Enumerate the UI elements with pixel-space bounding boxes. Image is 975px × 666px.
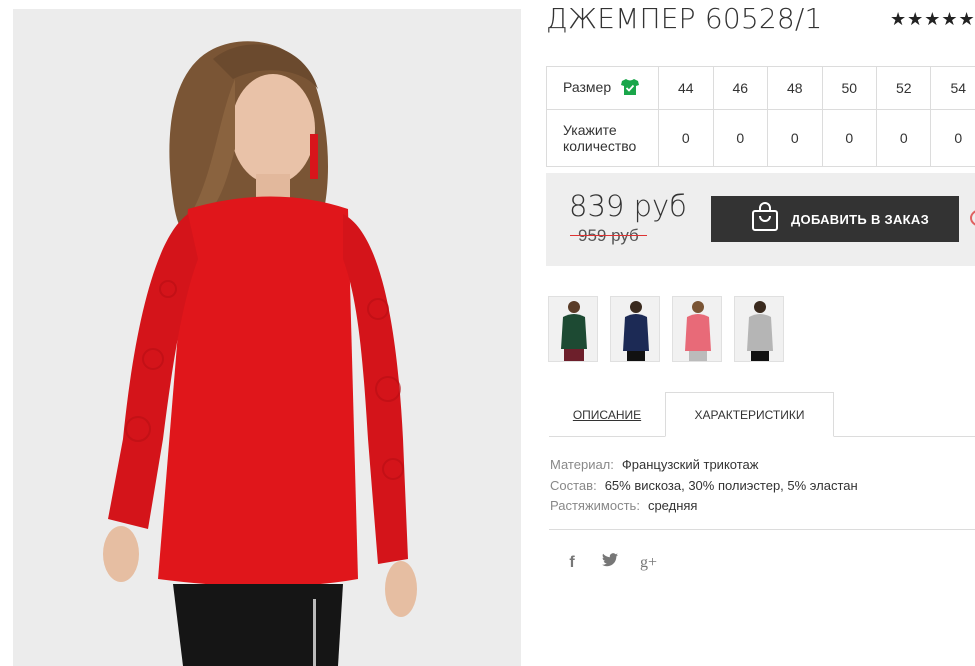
quantity-input-50[interactable]: 0 [821,109,878,167]
info-tabs: ОПИСАНИЕ ХАРАКТЕРИСТИКИ [549,392,975,437]
quantity-label-cell: Укажите количество [545,109,660,167]
tab-description[interactable]: ОПИСАНИЕ [549,392,665,437]
spec-row-stretch: Растяжимость: средняя [550,496,858,517]
spec-value: 65% вискоза, 30% полиэстер, 5% эластан [604,477,858,493]
quantity-input-46[interactable]: 0 [712,109,769,167]
spec-value: средняя [647,498,698,513]
quantity-input-52[interactable]: 0 [875,109,932,167]
size-label: Размер [563,78,612,95]
add-to-order-button[interactable]: ДОБАВИТЬ В ЗАКАЗ [711,196,959,242]
quantity-row: Укажите количество 0 0 0 0 0 0 [545,109,975,167]
tshirt-check-icon[interactable] [621,78,640,98]
old-price-strike [570,235,647,236]
thumbnail-green[interactable] [548,296,598,362]
thumbnail-pink[interactable] [672,296,722,362]
spec-row-composition: Состав: 65% вискоза, 30% полиэстер, 5% эл… [550,476,858,497]
size-54: 54 [930,66,975,110]
thumbnail-grey[interactable] [734,296,784,362]
spec-key: Материал: [550,457,614,472]
rating-stars[interactable]: ★★★★★ [890,9,975,31]
size-46: 46 [712,66,769,110]
shopping-bag-icon [751,201,779,237]
quantity-input-54[interactable]: 0 [930,109,975,167]
tab-characteristics[interactable]: ХАРАКТЕРИСТИКИ [665,392,834,437]
quantity-label-line1: Укажите [563,122,617,138]
divider [549,529,975,530]
heart-icon[interactable] [969,208,975,233]
size-table: Размер 44 46 48 50 52 54 Укажите количес… [545,66,975,167]
thumbnail-navy[interactable] [610,296,660,362]
current-price: 839 руб [569,189,687,223]
size-44: 44 [658,66,714,110]
facebook-icon[interactable]: f [564,554,580,572]
quantity-input-48[interactable]: 0 [767,109,823,167]
size-52: 52 [875,66,932,110]
spec-key: Состав: [550,477,597,493]
size-label-cell: Размер [545,66,660,110]
add-to-order-label: ДОБАВИТЬ В ЗАКАЗ [791,211,930,227]
characteristics-list: Материал: Французский трикотаж Состав: 65%… [550,455,858,517]
product-main-image[interactable] [13,9,521,666]
size-row: Размер 44 46 48 50 52 54 [545,66,975,110]
spec-row-material: Материал: Французский трикотаж [550,455,858,476]
spec-key: Растяжимость: [550,498,640,513]
social-share: f g+ [564,553,657,572]
quantity-input-44[interactable]: 0 [658,109,714,167]
quantity-label-line2: количество [563,138,637,154]
size-50: 50 [821,66,878,110]
spec-value: Французский трикотаж [621,457,759,472]
product-title: ДЖЕМПЕР 60528/1 [546,2,823,35]
price-box: 839 руб 959 руб ДОБАВИТЬ В ЗАКАЗ [546,173,975,266]
twitter-icon[interactable] [602,553,618,572]
google-plus-icon[interactable]: g+ [640,554,657,572]
size-48: 48 [767,66,823,110]
color-thumbnails [548,296,784,362]
old-price: 959 руб [570,226,647,246]
product-photo-illustration [13,9,521,666]
